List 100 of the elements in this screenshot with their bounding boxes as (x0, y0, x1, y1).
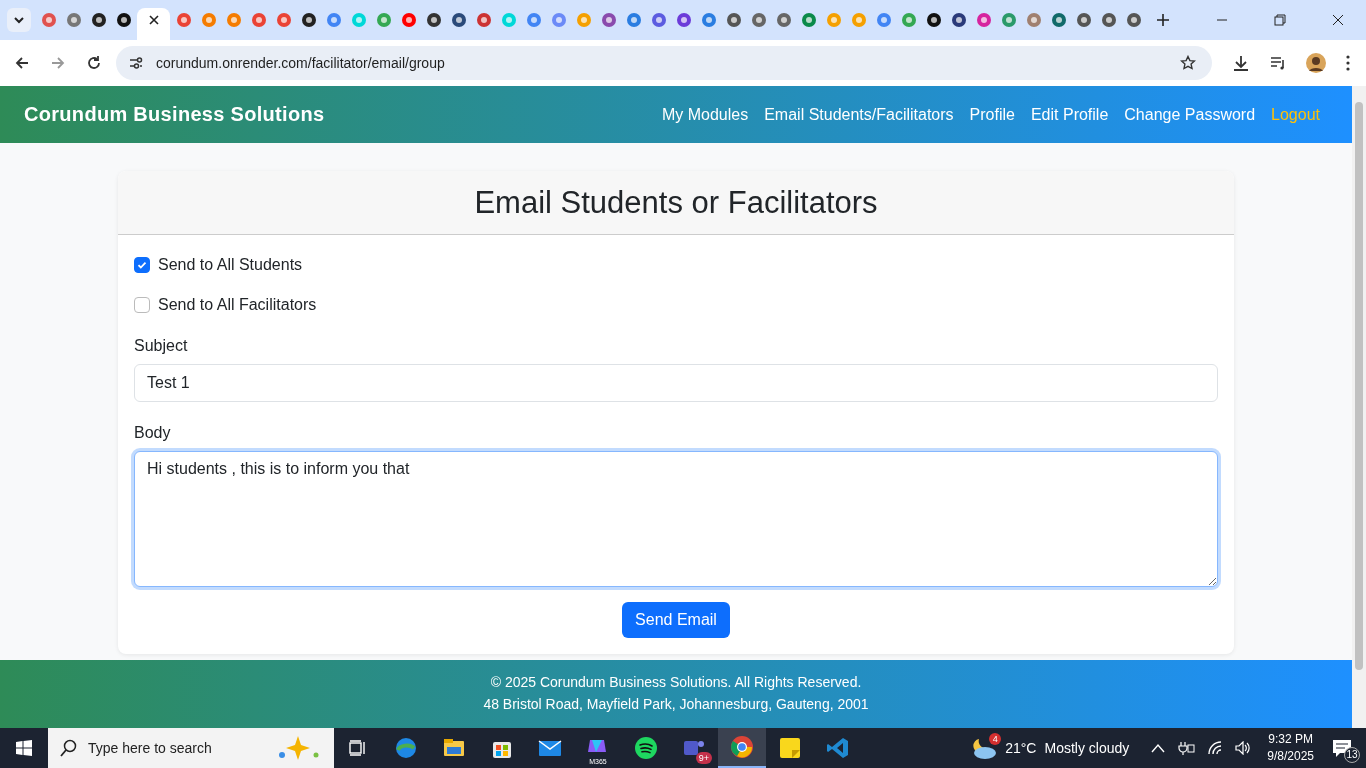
favicon-icon (275, 12, 292, 28)
nav-link[interactable]: Change Password (1124, 105, 1256, 124)
favicon-icon (925, 12, 942, 28)
checkbox-label: Send to All Facilitators (158, 296, 317, 314)
nav-link[interactable]: My Modules (661, 105, 749, 124)
chrome-icon (730, 735, 754, 759)
favicon-icon (675, 12, 692, 28)
body-textarea[interactable]: Hi students , this is to inform you that (134, 451, 1218, 587)
edge-icon (394, 736, 418, 760)
favicon-icon (725, 12, 742, 28)
favicon-icon (425, 12, 442, 28)
favicon-icon (325, 12, 342, 28)
avatar-icon[interactable] (1306, 53, 1326, 73)
favicon-icon (825, 12, 842, 28)
badge: 13 (1344, 747, 1360, 763)
nav-link[interactable]: Profile (969, 105, 1015, 124)
more-icon[interactable] (1346, 55, 1350, 71)
favicon-icon (950, 12, 967, 28)
favicon-icon (300, 12, 317, 28)
badge: 4 (989, 733, 1002, 745)
checkbox[interactable] (134, 257, 150, 273)
task-view-icon (349, 740, 367, 756)
windows-icon (16, 740, 32, 756)
weather-text: Mostly cloudy (1044, 740, 1130, 756)
favicon-icon (975, 12, 992, 28)
reload-icon[interactable] (86, 55, 102, 71)
favicon-icon (850, 12, 867, 28)
checkbox[interactable] (134, 297, 150, 313)
field-label: Subject (134, 337, 189, 355)
address-bar[interactable]: corundum.onrender.com/facilitator/email/group (116, 46, 1212, 80)
taskbar-app[interactable] (718, 728, 766, 768)
search-field[interactable]: Type here to search (88, 740, 228, 756)
new-tab-icon[interactable] (1156, 13, 1170, 27)
favicon-icon (450, 12, 467, 28)
taskbar-app[interactable]: 9+ (670, 728, 718, 768)
nav-link[interactable]: Edit Profile (1030, 105, 1109, 124)
favicon-icon (750, 12, 767, 28)
badge: 9+ (695, 752, 712, 764)
power-icon[interactable] (1177, 741, 1196, 755)
favicon-icon (525, 12, 542, 28)
favicon-icon (400, 12, 417, 28)
favicon-icon (1050, 12, 1067, 28)
tab-search-icon[interactable] (7, 8, 31, 32)
forward-icon[interactable] (50, 55, 66, 71)
download-icon[interactable] (1232, 54, 1250, 72)
sticky-notes-icon (778, 736, 802, 760)
favicon-icon (1025, 12, 1042, 28)
favicon-icon (350, 12, 367, 28)
favicon-icon (375, 12, 392, 28)
favicon-icon (550, 12, 567, 28)
footer-text: 48 Bristol Road, Mayfield Park, Johannesburg, Gauteng, 2001 (482, 696, 870, 713)
vscode-icon (826, 736, 850, 760)
volume-icon[interactable] (1235, 741, 1252, 755)
favicon-icon (650, 12, 667, 28)
favicon-icon (40, 12, 57, 28)
spotify-icon (634, 736, 658, 760)
close-icon[interactable] (147, 14, 160, 26)
scrollbar[interactable] (1352, 86, 1366, 728)
send-email-button[interactable]: Send Email (622, 602, 730, 638)
favicon-icon (225, 12, 242, 28)
favicon-icon (475, 12, 492, 28)
close-icon[interactable] (1332, 14, 1344, 26)
favicon-icon (200, 12, 217, 28)
favicon-icon (600, 12, 617, 28)
site-settings-icon[interactable] (128, 55, 144, 71)
back-icon[interactable] (14, 55, 30, 71)
search-icon (60, 739, 78, 757)
card-title: Email Students or Facilitators (474, 184, 878, 221)
temperature-text: 21°C (1005, 740, 1037, 756)
favicon-icon (90, 12, 107, 28)
checkbox-label: Send to All Students (158, 256, 303, 274)
brand-link[interactable]: Corundum Business Solutions (24, 103, 325, 126)
star-icon[interactable] (1180, 55, 1196, 71)
chevron-up-icon[interactable] (1151, 743, 1166, 753)
favicon-icon (1000, 12, 1017, 28)
favicon-icon (1075, 12, 1092, 28)
time-text[interactable]: 9:32 PM (1268, 731, 1313, 748)
date-text[interactable]: 9/8/2025 (1267, 748, 1314, 765)
favicon-icon (175, 12, 192, 28)
favicon-icon (115, 12, 132, 28)
favicon-icon (900, 12, 917, 28)
footer-text: © 2025 Corundum Business Solutions. All Rights Reserved. (489, 674, 863, 691)
favicon-icon (1100, 12, 1117, 28)
wifi-icon[interactable] (1207, 741, 1224, 755)
nav-link[interactable]: Email Students/Facilitators (764, 105, 954, 124)
favicon-icon (1125, 12, 1142, 28)
favicon-icon (800, 12, 817, 28)
favicon-icon (65, 12, 82, 28)
favicon-icon (700, 12, 717, 28)
favicon-icon (575, 12, 592, 28)
media-icon[interactable] (1270, 55, 1286, 71)
favicon-icon (250, 12, 267, 28)
subject-field[interactable]: Test 1 (134, 364, 1218, 402)
checkmark-icon (137, 260, 147, 270)
url-text: corundum.onrender.com/facilitator/email/group (156, 55, 445, 71)
restore-icon[interactable] (1274, 14, 1286, 26)
cloud-moon-icon (971, 737, 998, 759)
favicon-icon (625, 12, 642, 28)
favicon-icon (500, 12, 517, 28)
favicon-icon (875, 12, 892, 28)
